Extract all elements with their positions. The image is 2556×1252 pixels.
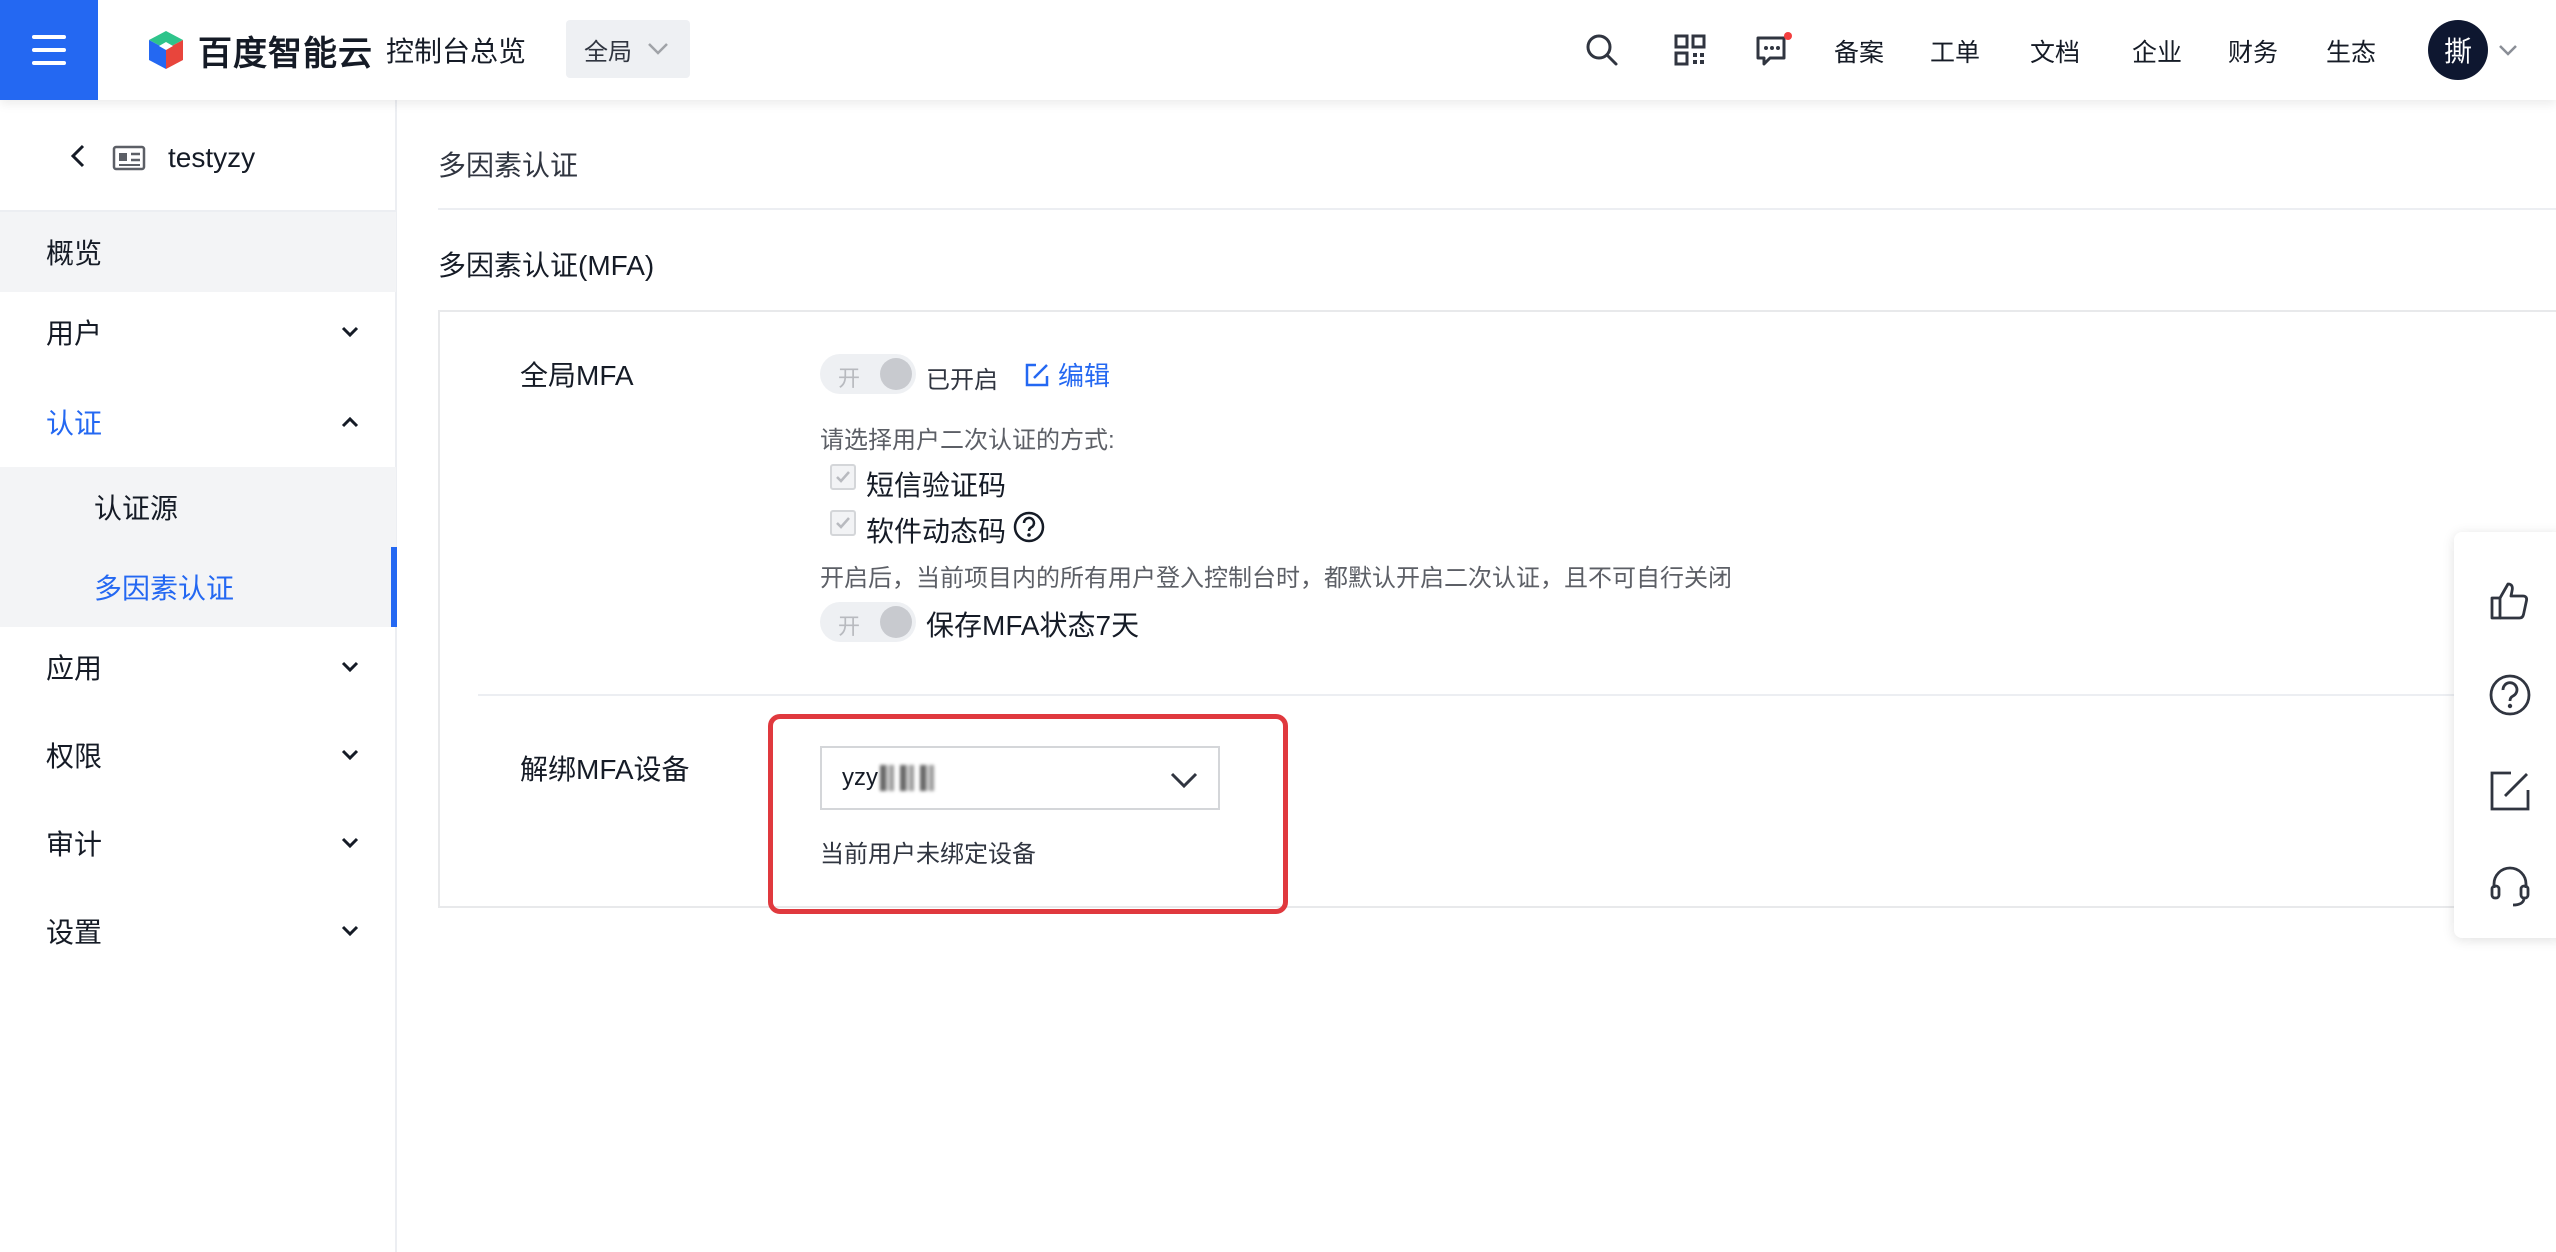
nav-docs[interactable]: 文档 [2030,33,2080,69]
sidebar-item-label: 设置 [46,917,103,948]
global-mfa-status: 已开启 [926,367,998,394]
user-avatar[interactable]: 撕 [2428,20,2488,80]
sidebar-item-authentication[interactable]: 认证 [0,382,396,462]
sidebar-item-label: 认证 [46,408,103,439]
brand-name: 百度智能云 [198,34,373,73]
section-title: 多因素认证(MFA) [438,250,655,281]
unbind-mfa-label: 解绑MFA设备 [520,754,690,785]
search-icon[interactable] [1582,30,1622,70]
remember-mfa-toggle[interactable]: 开 [820,602,916,642]
help-icon[interactable] [2487,672,2533,718]
project-name: testyzy [168,142,256,173]
sidebar-item-audit[interactable]: 审计 [0,803,396,883]
qrcode-icon[interactable] [1670,30,1710,70]
project-card-icon [112,145,146,171]
highlight-annotation [768,714,1288,914]
selected-user: yzy [842,764,878,791]
message-icon[interactable] [1752,30,1792,70]
global-mfa-label: 全局MFA [520,360,634,391]
thumbs-up-icon[interactable] [2487,578,2533,624]
nav-ecosystem[interactable]: 生态 [2326,33,2376,69]
sidebar: testyzy 概览 用户 认证 认证源 多因素认证 应用 权限 审计 设置 [0,100,397,1252]
chevron-down-icon [648,43,668,55]
sidebar-item-users[interactable]: 用户 [0,292,396,372]
sidebar-item-label: 用户 [46,318,103,349]
sidebar-subitem-auth-source[interactable]: 认证源 [0,467,396,547]
chevron-down-icon [341,326,359,338]
toggle-knob [880,606,912,638]
auth-submenu: 认证源 多因素认证 [0,467,397,627]
global-mfa-toggle[interactable]: 开 [820,354,916,394]
brand-cube-icon [149,31,183,69]
console-overview-link[interactable]: 控制台总览 [386,30,526,70]
sidebar-item-label: 权限 [46,741,103,772]
chevron-down-icon [341,749,359,761]
redacted-text [880,765,940,791]
back-arrow-icon[interactable] [64,142,92,170]
check-icon [836,517,850,529]
nav-finance[interactable]: 财务 [2228,33,2278,69]
edit-label: 编辑 [1058,361,1111,391]
method-prompt: 请选择用户二次认证的方式: [820,427,1115,454]
remember-mfa-label: 保存MFA状态7天 [926,610,1140,641]
menu-line [32,61,66,65]
nav-enterprise[interactable]: 企业 [2132,33,2182,69]
region-value: 全局 [584,38,632,66]
question-circle-icon[interactable] [1012,510,1046,544]
totp-checkbox[interactable] [830,510,856,536]
top-bar: 百度智能云 控制台总览 全局 备案 工单 文档 企业 财务 生态 撕 [0,0,2556,100]
sidebar-subitem-label: 多因素认证 [94,573,235,604]
headset-icon[interactable] [2487,862,2533,908]
sidebar-item-label: 应用 [46,653,103,684]
edit-icon [1025,363,1049,386]
mfa-settings-card [438,310,2556,908]
chevron-up-icon [341,416,359,428]
sidebar-item-applications[interactable]: 应用 [0,627,396,707]
sidebar-item-label: 审计 [46,829,103,860]
nav-tickets[interactable]: 工单 [1930,33,1980,69]
brand-logo[interactable]: 百度智能云 [144,26,373,74]
no-device-text: 当前用户未绑定设备 [820,841,1036,868]
toggle-knob [880,358,912,390]
sidebar-item-label: 概览 [46,238,103,269]
check-icon [836,471,850,483]
sidebar-header: testyzy [0,100,396,212]
sidebar-item-settings[interactable]: 设置 [0,891,396,971]
menu-button[interactable] [0,0,98,100]
chevron-down-icon [341,925,359,937]
sms-checkbox[interactable] [830,464,856,490]
sms-method-label: 短信验证码 [866,470,1007,501]
totp-method-label: 软件动态码 [866,516,1007,547]
toggle-text: 开 [838,366,861,391]
mfa-note: 开启后，当前项目内的所有用户登入控制台时，都默认开启二次认证，且不可自行关闭 [820,565,1732,592]
floating-toolbar [2454,532,2556,938]
edit-mfa-button[interactable]: 编辑 [1024,356,1110,393]
page-title: 多因素认证 [438,150,579,181]
sidebar-item-permissions[interactable]: 权限 [0,715,396,795]
sidebar-subitem-label: 认证源 [94,493,179,524]
toggle-text: 开 [838,614,861,639]
chevron-down-icon[interactable] [2496,38,2520,62]
chevron-down-icon [1170,772,1198,789]
divider [438,208,2556,210]
region-select[interactable]: 全局 [566,20,690,78]
divider [478,694,2556,696]
menu-line [32,48,66,52]
chevron-down-icon [341,661,359,673]
user-select[interactable]: yzy [820,746,1220,810]
feedback-edit-icon[interactable] [2487,768,2533,814]
sidebar-item-overview[interactable]: 概览 [0,212,396,292]
chevron-down-icon [341,837,359,849]
menu-line [32,35,66,39]
nav-record-filing[interactable]: 备案 [1834,33,1884,69]
sidebar-subitem-mfa[interactable]: 多因素认证 [0,547,397,627]
